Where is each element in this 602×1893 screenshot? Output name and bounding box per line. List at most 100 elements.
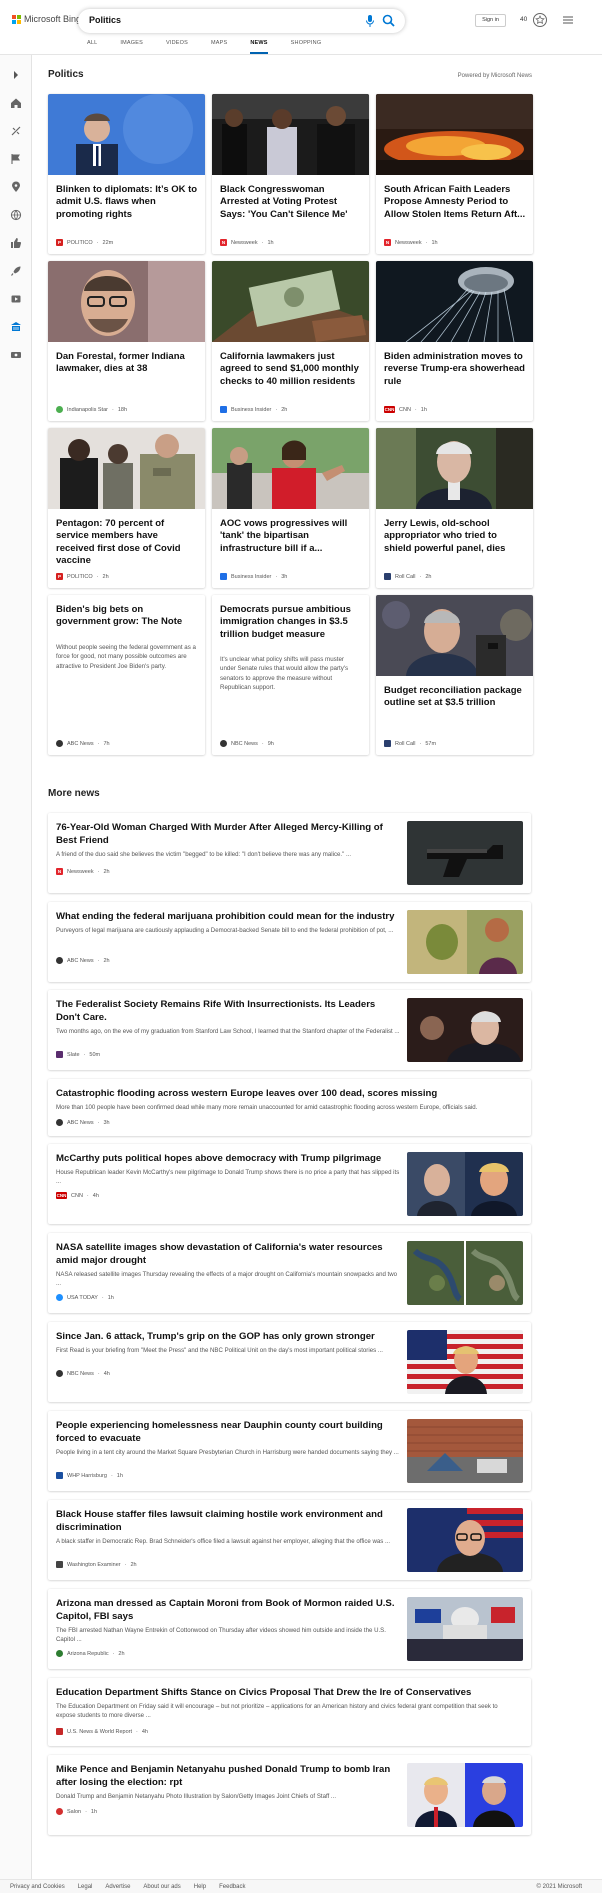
- news-card[interactable]: California lawmakers just agreed to send…: [212, 261, 369, 421]
- top-header: Microsoft Bing Politics ALL IMAGES VIDEO…: [0, 0, 602, 55]
- news-source: N Newsweek · 1h: [220, 239, 274, 246]
- source-name: U.S. News & World Report: [67, 1728, 133, 1735]
- news-row[interactable]: Mike Pence and Benjamin Netanyahu pushed…: [48, 1755, 531, 1835]
- timestamp: 2h: [103, 868, 110, 875]
- news-row[interactable]: Since Jan. 6 attack, Trump's grip on the…: [48, 1322, 531, 1402]
- cnn-logo-icon: CNN: [56, 1192, 67, 1199]
- location-icon[interactable]: [10, 181, 22, 193]
- news-row[interactable]: Catastrophic flooding across western Eur…: [48, 1079, 531, 1136]
- news-card-title[interactable]: California lawmakers just agreed to send…: [220, 351, 362, 388]
- timestamp: 1h: [420, 406, 427, 413]
- arizona-republic-logo-icon: [56, 1650, 63, 1657]
- news-card[interactable]: South African Faith Leaders Propose Amne…: [376, 94, 533, 254]
- search-input[interactable]: Politics: [89, 15, 121, 25]
- news-card-title[interactable]: Dan Forestal, former Indiana lawmaker, d…: [56, 351, 198, 376]
- news-row[interactable]: McCarthy puts political hopes above demo…: [48, 1144, 531, 1224]
- news-row[interactable]: What ending the federal marijuana prohib…: [48, 902, 531, 982]
- bing-logo[interactable]: Microsoft Bing: [12, 14, 81, 24]
- rewards-icon[interactable]: [532, 12, 548, 28]
- news-row-title[interactable]: Black House staffer files lawsuit claimi…: [56, 1509, 396, 1535]
- news-row-title[interactable]: Since Jan. 6 attack, Trump's grip on the…: [56, 1331, 396, 1344]
- news-card[interactable]: Blinken to diplomats: It’s OK to admit U…: [48, 94, 205, 254]
- news-row-snippet: More than 100 people have been confirmed…: [56, 1104, 478, 1111]
- news-card[interactable]: Dan Forestal, former Indiana lawmaker, d…: [48, 261, 205, 421]
- globe-icon[interactable]: [10, 209, 22, 221]
- news-row-title[interactable]: McCarthy puts political hopes above demo…: [56, 1153, 396, 1166]
- dna-icon[interactable]: [10, 125, 22, 137]
- politics-building-icon[interactable]: [10, 321, 22, 333]
- news-card-title[interactable]: Democrats pursue ambitious immigration c…: [220, 604, 362, 641]
- news-row[interactable]: NASA satellite images show devastation o…: [48, 1233, 531, 1313]
- tab-news[interactable]: NEWS: [250, 40, 268, 54]
- news-card-title[interactable]: Biden administration moves to reverse Tr…: [384, 351, 526, 388]
- news-card[interactable]: Biden's big bets on government grow: The…: [48, 595, 205, 755]
- timestamp: 50m: [89, 1051, 101, 1058]
- powered-by-label: Powered by Microsoft News: [457, 73, 532, 79]
- timestamp: 2h: [425, 573, 432, 580]
- news-thumbnail-schneider: [407, 1508, 523, 1572]
- tab-shopping[interactable]: SHOPPING: [291, 40, 322, 54]
- news-card[interactable]: AOC vows progressives will 'tank' the bi…: [212, 428, 369, 588]
- news-source: U.S. News & World Report · 4h: [56, 1728, 148, 1735]
- footer-link-feedback[interactable]: Feedback: [219, 1884, 245, 1890]
- news-thumbnail-mccarthy: [407, 1152, 523, 1216]
- news-row-title[interactable]: What ending the federal marijuana prohib…: [56, 911, 396, 924]
- footer-link-privacy[interactable]: Privacy and Cookies: [10, 1884, 65, 1890]
- news-row-title[interactable]: People experiencing homelessness near Da…: [56, 1420, 396, 1446]
- news-card[interactable]: Black Congresswoman Arrested at Voting P…: [212, 94, 369, 254]
- search-box[interactable]: Politics: [78, 9, 405, 33]
- news-row-title[interactable]: Arizona man dressed as Captain Moroni fr…: [56, 1598, 396, 1624]
- news-card-title[interactable]: Pentagon: 70 percent of service members …: [56, 518, 198, 568]
- politico-logo-icon: P: [56, 239, 63, 246]
- footer-link-advertise[interactable]: Advertise: [105, 1884, 130, 1890]
- news-image-showerhead: [376, 261, 533, 342]
- expand-icon[interactable]: [10, 69, 22, 81]
- news-row[interactable]: 76-Year-Old Woman Charged With Murder Af…: [48, 813, 531, 893]
- news-row[interactable]: Arizona man dressed as Captain Moroni fr…: [48, 1589, 531, 1669]
- news-row-title[interactable]: Mike Pence and Benjamin Netanyahu pushed…: [56, 1764, 396, 1790]
- search-icon[interactable]: [382, 14, 395, 27]
- microphone-icon[interactable]: [365, 14, 375, 28]
- news-card-title[interactable]: Biden's big bets on government grow: The…: [56, 604, 198, 629]
- video-icon[interactable]: [10, 293, 22, 305]
- news-card-title[interactable]: Blinken to diplomats: It’s OK to admit U…: [56, 184, 198, 221]
- news-card[interactable]: Biden administration moves to reverse Tr…: [376, 261, 533, 421]
- news-card-title[interactable]: South African Faith Leaders Propose Amne…: [384, 184, 526, 221]
- news-source: NBC News · 9h: [220, 740, 274, 747]
- news-row-title[interactable]: 76-Year-Old Woman Charged With Murder Af…: [56, 822, 396, 848]
- footer-link-help[interactable]: Help: [194, 1884, 206, 1890]
- rocket-icon[interactable]: [10, 265, 22, 277]
- news-card[interactable]: Jerry Lewis, old-school appropriator who…: [376, 428, 533, 588]
- news-card-snippet: Without people seeing the federal govern…: [56, 644, 196, 670]
- news-row[interactable]: The Federalist Society Remains Rife With…: [48, 990, 531, 1070]
- news-row-title[interactable]: Education Department Shifts Stance on Ci…: [56, 1687, 516, 1700]
- sign-in-button[interactable]: Sign in: [475, 14, 506, 27]
- news-row[interactable]: Education Department Shifts Stance on Ci…: [48, 1678, 531, 1746]
- menu-icon[interactable]: [563, 16, 573, 24]
- footer-link-legal[interactable]: Legal: [78, 1884, 93, 1890]
- news-row-title[interactable]: The Federalist Society Remains Rife With…: [56, 999, 396, 1025]
- rewards-points[interactable]: 40: [520, 16, 527, 23]
- news-card[interactable]: Democrats pursue ambitious immigration c…: [212, 595, 369, 755]
- tab-all[interactable]: ALL: [87, 40, 97, 54]
- tab-maps[interactable]: MAPS: [211, 40, 227, 54]
- news-card[interactable]: Pentagon: 70 percent of service members …: [48, 428, 205, 588]
- home-icon[interactable]: [10, 97, 22, 109]
- footer-link-about-ads[interactable]: About our ads: [143, 1884, 180, 1890]
- news-card-title[interactable]: AOC vows progressives will 'tank' the bi…: [220, 518, 362, 555]
- news-row[interactable]: People experiencing homelessness near Da…: [48, 1411, 531, 1491]
- flag-icon[interactable]: [10, 153, 22, 165]
- tab-images[interactable]: IMAGES: [120, 40, 143, 54]
- news-card-title[interactable]: Black Congresswoman Arrested at Voting P…: [220, 184, 362, 221]
- money-icon[interactable]: [10, 349, 22, 361]
- news-row-title[interactable]: NASA satellite images show devastation o…: [56, 1242, 396, 1268]
- timestamp: 4h: [92, 1192, 99, 1199]
- news-card-title[interactable]: Budget reconciliation package outline se…: [384, 685, 526, 710]
- source-name: ABC News: [67, 957, 94, 964]
- news-row-title[interactable]: Catastrophic flooding across western Eur…: [56, 1088, 516, 1101]
- news-row[interactable]: Black House staffer files lawsuit claimi…: [48, 1500, 531, 1580]
- tab-videos[interactable]: VIDEOS: [166, 40, 188, 54]
- thumbs-up-icon[interactable]: [10, 237, 22, 249]
- news-card-title[interactable]: Jerry Lewis, old-school appropriator who…: [384, 518, 526, 555]
- news-card[interactable]: Budget reconciliation package outline se…: [376, 595, 533, 755]
